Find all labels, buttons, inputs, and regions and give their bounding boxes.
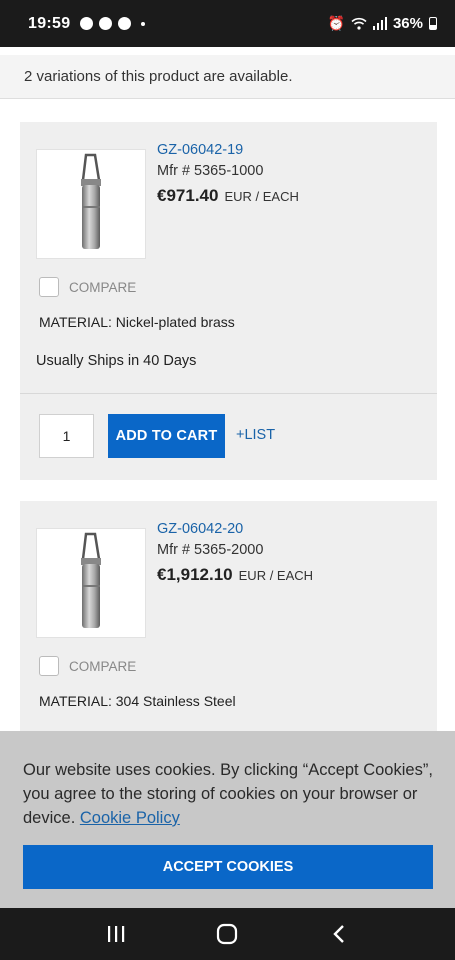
product-sku-link[interactable]: GZ-06042-20 xyxy=(157,521,243,537)
battery-icon xyxy=(429,17,437,30)
product-thumbnail[interactable] xyxy=(36,149,146,259)
status-time: 19:59 xyxy=(28,14,71,32)
compare-label: COMPARE xyxy=(69,279,137,295)
battery-percent: 36% xyxy=(392,15,423,32)
manufacturer-number: Mfr # 5365-2000 xyxy=(157,542,264,558)
back-icon xyxy=(333,925,344,943)
system-nav-bar xyxy=(0,908,455,960)
product-card: GZ-06042-19 Mfr # 5365-1000 €971.40 EUR … xyxy=(20,122,437,480)
product-price: €971.40 xyxy=(157,186,219,205)
quantity-input[interactable] xyxy=(39,414,94,458)
app-notification-icon xyxy=(99,17,113,30)
cookie-message: Our website uses cookies. By clicking “A… xyxy=(23,758,433,830)
accept-cookies-button[interactable]: ACCEPT COOKIES xyxy=(23,845,433,889)
status-right: ⏰ 36% xyxy=(328,15,437,32)
add-to-cart-button[interactable]: ADD TO CART xyxy=(108,414,225,458)
product-thumbnail[interactable] xyxy=(36,528,146,638)
wifi-icon xyxy=(351,17,367,30)
product-image xyxy=(81,153,101,249)
divider xyxy=(20,393,437,394)
home-icon xyxy=(217,923,238,945)
variations-notice: 2 variations of this product are availab… xyxy=(0,47,455,99)
manufacturer-number: Mfr # 5365-1000 xyxy=(157,163,264,179)
compare-label: COMPARE xyxy=(69,658,137,674)
add-to-list-link[interactable]: +LIST xyxy=(236,427,275,443)
product-price: €1,912.10 xyxy=(157,565,233,584)
product-sku-link[interactable]: GZ-06042-19 xyxy=(157,142,243,158)
material-spec: MATERIAL: 304 Stainless Steel xyxy=(39,693,236,709)
compare-checkbox[interactable] xyxy=(39,656,59,676)
notification-icons xyxy=(80,17,146,30)
app-notification-icon xyxy=(80,17,94,30)
product-image xyxy=(81,532,101,628)
price-unit: EUR / EACH xyxy=(224,189,299,204)
compare-option[interactable]: COMPARE xyxy=(39,656,136,676)
home-button[interactable] xyxy=(207,914,247,954)
cookie-banner: Our website uses cookies. By clicking “A… xyxy=(0,731,455,908)
cookie-policy-link[interactable]: Cookie Policy xyxy=(80,809,180,827)
more-notifications-icon xyxy=(141,21,146,26)
compare-option[interactable]: COMPARE xyxy=(39,277,136,297)
variations-text: 2 variations of this product are availab… xyxy=(24,68,293,85)
price-unit: EUR / EACH xyxy=(238,568,314,583)
alarm-icon: ⏰ xyxy=(327,15,345,31)
price-row: €971.40 EUR / EACH xyxy=(157,186,299,206)
product-card: GZ-06042-20 Mfr # 5365-2000 €1,912.10 EU… xyxy=(20,501,437,741)
material-spec: MATERIAL: Nickel-plated brass xyxy=(39,314,235,330)
shipping-estimate: Usually Ships in 40 Days xyxy=(36,353,197,369)
recents-button[interactable] xyxy=(96,914,136,954)
signal-icon xyxy=(372,17,387,30)
back-button[interactable] xyxy=(319,914,359,954)
price-row: €1,912.10 EUR / EACH xyxy=(157,565,313,585)
status-bar: 19:59 ⏰ 36% xyxy=(0,0,455,47)
compare-checkbox[interactable] xyxy=(39,277,59,297)
app-notification-icon xyxy=(118,17,132,30)
recents-icon xyxy=(107,926,125,942)
